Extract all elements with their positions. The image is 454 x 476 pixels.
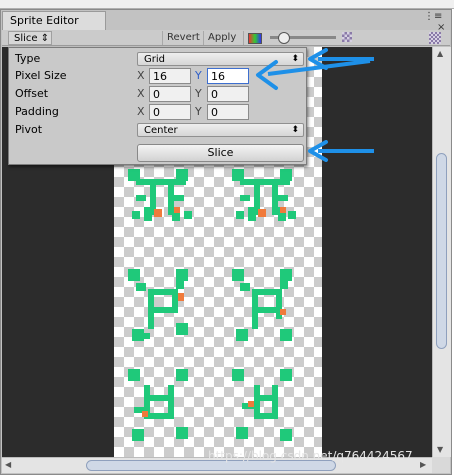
apply-button[interactable]: Apply [203,31,240,45]
pixel-size-x-field[interactable]: 16 [149,68,191,84]
padding-label: Padding [15,105,59,118]
watermark: https://blog.csdn.net/q764424567 [208,449,413,463]
vertical-scroll-thumb[interactable] [436,153,447,349]
scroll-down-icon[interactable]: ▼ [437,445,443,454]
slice-button[interactable]: Slice [137,144,304,162]
color-channel-toggle[interactable] [243,31,265,45]
pixel-size-y-field[interactable]: 16 [207,68,249,84]
scrollbar-corner [432,457,450,473]
small-checker-icon [342,32,352,42]
padding-y-field[interactable]: 0 [207,104,249,120]
scroll-right-icon[interactable]: ▶ [420,460,426,469]
rgb-icon [248,33,262,44]
padding-x-field[interactable]: 0 [149,104,191,120]
scroll-left-icon[interactable]: ◀ [5,460,11,469]
scroll-up-icon[interactable]: ▲ [437,49,443,58]
pixel-size-y-label: Y [195,69,202,82]
type-value: Grid [144,54,165,65]
dropdown-caret-icon: ⇕ [40,33,50,44]
annotation-arrow-pixel-size [256,59,371,90]
pixel-size-x-label: X [137,69,145,82]
tab-sprite-editor[interactable]: Sprite Editor [2,11,106,30]
padding-y-label: Y [195,105,202,118]
zoom-slider[interactable] [270,32,336,44]
pixel-size-label: Pixel Size [15,69,67,82]
zoom-slider-handle[interactable] [278,32,290,44]
vertical-scrollbar[interactable]: ▲ ▼ [432,47,451,457]
pivot-label: Pivot [15,123,43,136]
dropdown-caret-icon: ⬍ [291,125,299,135]
offset-label: Offset [15,87,49,100]
tab-title: Sprite Editor [10,14,79,27]
padding-x-label: X [137,105,145,118]
pivot-dropdown[interactable]: Center ⬍ [137,123,304,137]
annotation-arrow-slice [308,140,374,162]
slice-menu-dropdown[interactable]: Slice ⇕ [8,31,52,45]
revert-button[interactable]: Revert [162,31,204,45]
offset-x-field[interactable]: 0 [149,86,191,102]
offset-y-field[interactable]: 0 [207,86,249,102]
offset-y-label: Y [195,87,202,100]
window-menu-icon[interactable]: ⋮≡ [424,11,442,22]
large-checker-icon [429,32,441,44]
toolbar: Slice ⇕ Revert Apply [2,30,450,46]
top-edge [0,0,454,9]
type-label: Type [15,52,41,65]
pivot-value: Center [144,125,178,136]
slice-menu-label: Slice [14,33,38,44]
offset-x-label: X [137,87,145,100]
